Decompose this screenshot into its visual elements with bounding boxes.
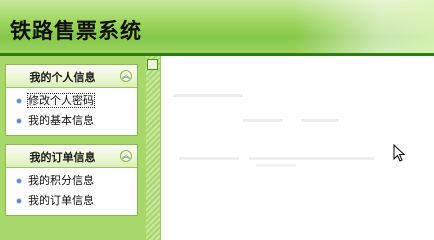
collapse-handle[interactable]: [147, 59, 158, 70]
placeholder-line: [301, 119, 339, 122]
bullet-icon: [16, 118, 22, 124]
menu-item-order-info[interactable]: 我的订单信息: [6, 191, 137, 211]
double-chevron-up-icon[interactable]: ︽: [120, 150, 132, 162]
menu-item-label: 我的订单信息: [28, 194, 94, 207]
panel-body: 我的积分信息 我的订单信息: [6, 168, 137, 215]
panel-personal-info: 我的个人信息 ︽ 修改个人密码 我的基本信息: [5, 64, 138, 136]
menu-item-label: 我的积分信息: [28, 174, 94, 187]
placeholder-line: [179, 157, 239, 160]
double-chevron-up-icon[interactable]: ︽: [120, 70, 132, 82]
bullet-icon: [16, 98, 22, 104]
menu-item-points-info[interactable]: 我的积分信息: [6, 171, 137, 191]
placeholder-line: [249, 157, 374, 160]
sidebar-splitter[interactable]: [146, 56, 160, 240]
app-title: 铁路售票系统: [10, 19, 142, 43]
menu-item-label: 修改个人密码: [27, 93, 95, 108]
menu-item-change-password[interactable]: 修改个人密码: [6, 91, 137, 111]
header-glow: [294, 0, 434, 53]
panel-title: 我的个人信息: [29, 71, 96, 84]
bullet-icon: [16, 178, 22, 184]
panel-header-order-info[interactable]: 我的订单信息 ︽: [6, 145, 137, 168]
placeholder-line: [256, 164, 296, 167]
panel-body: 修改个人密码 我的基本信息: [6, 88, 137, 135]
panel-title: 我的订单信息: [29, 151, 96, 164]
sidebar: 我的个人信息 ︽ 修改个人密码 我的基本信息 我的订单信息 ︽ 我的积分信息 我…: [0, 56, 146, 240]
panel-header-personal-info[interactable]: 我的个人信息 ︽: [6, 65, 137, 88]
placeholder-line: [243, 119, 283, 122]
panel-order-info: 我的订单信息 ︽ 我的积分信息 我的订单信息: [5, 144, 138, 216]
menu-item-label: 我的基本信息: [28, 114, 94, 127]
menu-item-basic-info[interactable]: 我的基本信息: [6, 111, 137, 131]
mouse-pointer-icon: [393, 144, 406, 162]
app-header: 铁路售票系统: [0, 0, 434, 56]
placeholder-line: [173, 94, 243, 97]
bullet-icon: [16, 198, 22, 204]
